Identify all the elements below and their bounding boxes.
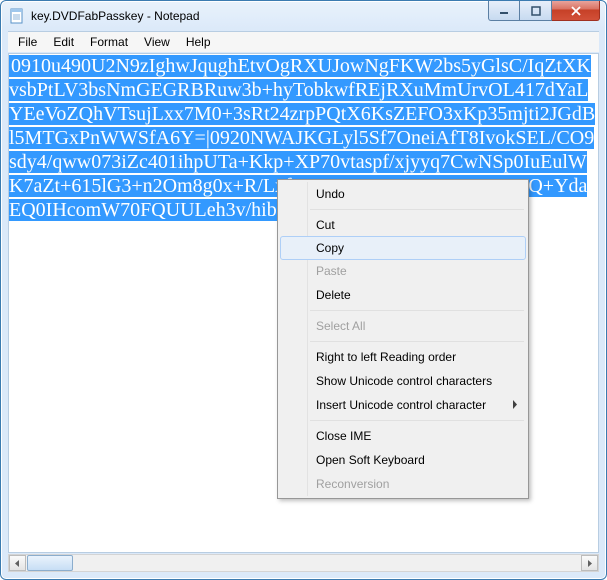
menu-paste[interactable]: Paste bbox=[280, 259, 526, 283]
notepad-icon bbox=[9, 8, 25, 24]
horizontal-scrollbar[interactable] bbox=[8, 554, 599, 572]
menu-separator bbox=[310, 310, 524, 311]
menu-insert-unicode-label: Insert Unicode control character bbox=[316, 398, 486, 412]
menu-undo[interactable]: Undo bbox=[280, 182, 526, 206]
menu-close-ime[interactable]: Close IME bbox=[280, 424, 526, 448]
titlebar: key.DVDFabPasskey - Notepad bbox=[1, 1, 606, 31]
menu-separator bbox=[310, 420, 524, 421]
menu-show-unicode[interactable]: Show Unicode control characters bbox=[280, 369, 526, 393]
menu-rtl-reading[interactable]: Right to left Reading order bbox=[280, 345, 526, 369]
menu-help[interactable]: Help bbox=[178, 33, 219, 51]
scroll-right-button[interactable] bbox=[581, 555, 598, 571]
maximize-button[interactable] bbox=[520, 1, 552, 21]
menu-delete[interactable]: Delete bbox=[280, 283, 526, 307]
menu-open-soft-keyboard[interactable]: Open Soft Keyboard bbox=[280, 448, 526, 472]
menu-insert-unicode[interactable]: Insert Unicode control character bbox=[280, 393, 526, 417]
context-menu: Undo Cut Copy Paste Delete Select All Ri… bbox=[277, 179, 529, 499]
menu-cut[interactable]: Cut bbox=[280, 213, 526, 237]
window-controls bbox=[488, 1, 600, 21]
menu-view[interactable]: View bbox=[136, 33, 178, 51]
menu-copy[interactable]: Copy bbox=[280, 236, 526, 260]
menu-separator bbox=[310, 341, 524, 342]
close-button[interactable] bbox=[552, 1, 600, 21]
menubar: File Edit Format View Help bbox=[8, 31, 599, 52]
menu-file[interactable]: File bbox=[10, 33, 45, 51]
notepad-window: key.DVDFabPasskey - Notepad File Edit Fo… bbox=[0, 0, 607, 580]
scroll-left-button[interactable] bbox=[9, 555, 26, 571]
scroll-thumb[interactable] bbox=[27, 555, 73, 571]
menu-reconversion[interactable]: Reconversion bbox=[280, 472, 526, 496]
minimize-button[interactable] bbox=[488, 1, 520, 21]
menu-format[interactable]: Format bbox=[82, 33, 136, 51]
chevron-right-icon bbox=[512, 398, 518, 412]
menu-separator bbox=[310, 209, 524, 210]
menu-select-all[interactable]: Select All bbox=[280, 314, 526, 338]
menu-edit[interactable]: Edit bbox=[45, 33, 82, 51]
